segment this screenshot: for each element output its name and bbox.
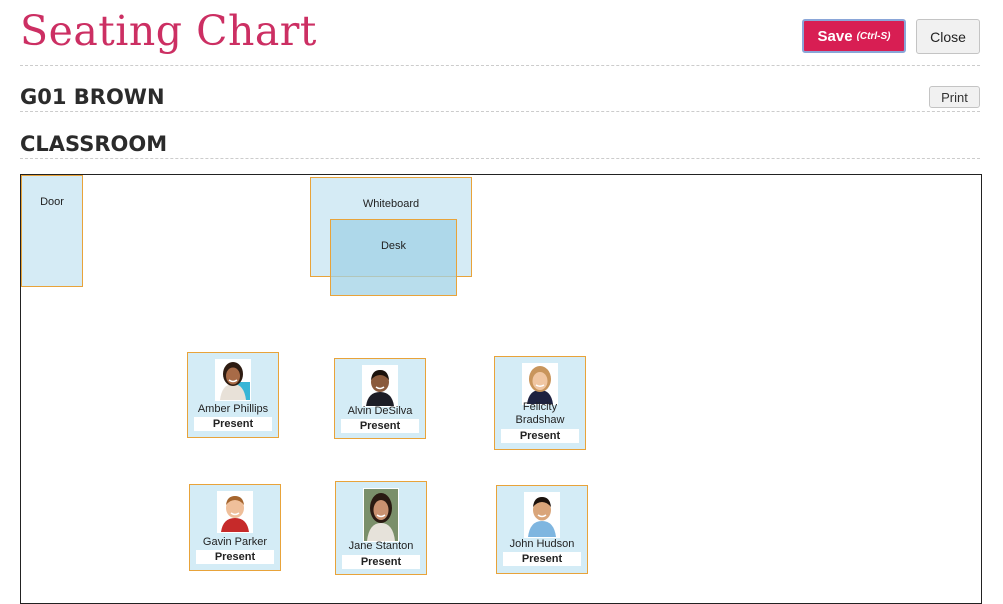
student-photo xyxy=(215,359,251,401)
student-seat[interactable]: Amber Phillips Present xyxy=(187,352,279,438)
classroom-title: CLASSROOM xyxy=(20,132,168,156)
student-photo xyxy=(524,492,560,538)
attendance-status[interactable]: Present xyxy=(503,552,581,566)
student-photo xyxy=(362,365,398,407)
student-name: John Hudson xyxy=(509,538,575,550)
save-button-label: Save xyxy=(817,27,853,45)
student-name: Amber Phillips xyxy=(197,403,269,415)
door-label: Door xyxy=(40,196,64,208)
save-shortcut-hint: (Ctrl-S) xyxy=(856,30,891,42)
classroom-canvas[interactable]: Door Whiteboard Desk Amber Phillips Pres… xyxy=(20,174,982,604)
desk-label: Desk xyxy=(380,240,407,252)
student-name: Alvin DeSilva xyxy=(347,405,413,417)
page-title: Seating Chart xyxy=(20,7,317,55)
student-seat[interactable]: Jane Stanton Present xyxy=(335,481,427,575)
attendance-status[interactable]: Present xyxy=(342,555,420,569)
student-name: Felicity Bradshaw xyxy=(515,401,565,426)
student-seat[interactable]: Alvin DeSilva Present xyxy=(334,358,426,439)
save-button[interactable]: Save (Ctrl-S) xyxy=(802,19,906,53)
student-seat[interactable]: Gavin Parker Present xyxy=(189,484,281,571)
class-title: G01 BROWN xyxy=(20,85,165,109)
teacher-desk-fixture[interactable]: Desk xyxy=(330,219,457,296)
student-photo xyxy=(522,363,558,405)
student-seat[interactable]: John Hudson Present xyxy=(496,485,588,574)
close-button[interactable]: Close xyxy=(916,19,980,54)
divider xyxy=(20,111,980,112)
student-seat[interactable]: Felicity Bradshaw Present xyxy=(494,356,586,450)
whiteboard-label: Whiteboard xyxy=(362,198,420,210)
print-button[interactable]: Print xyxy=(929,86,980,108)
student-photo xyxy=(363,488,399,542)
attendance-status[interactable]: Present xyxy=(196,550,274,564)
attendance-status[interactable]: Present xyxy=(194,417,272,431)
divider xyxy=(20,65,980,66)
divider xyxy=(20,158,980,159)
student-name: Gavin Parker xyxy=(202,536,268,548)
student-name: Jane Stanton xyxy=(348,540,414,552)
attendance-status[interactable]: Present xyxy=(341,419,419,433)
door-fixture[interactable]: Door xyxy=(21,175,83,287)
attendance-status[interactable]: Present xyxy=(501,429,579,443)
student-photo xyxy=(217,491,253,533)
